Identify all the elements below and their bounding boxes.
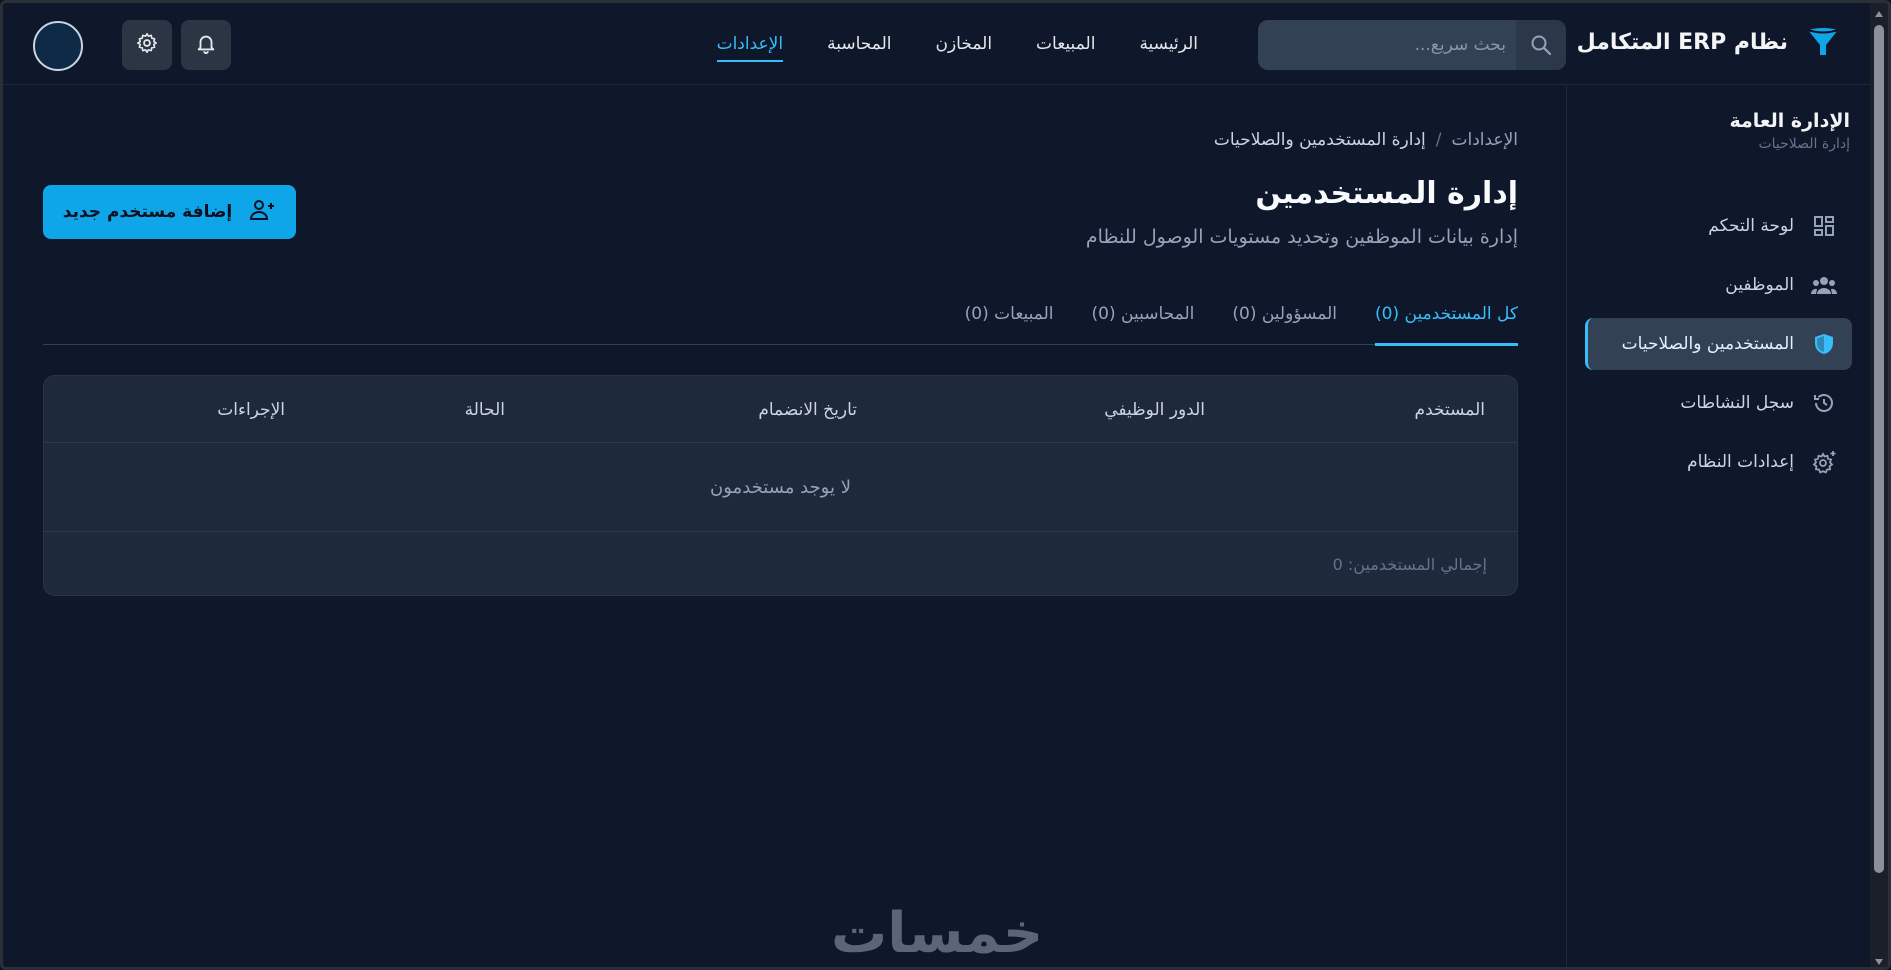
sidebar-item-label: إعدادات النظام xyxy=(1687,452,1794,472)
brand-title: نظام ERP المتكامل xyxy=(1576,29,1788,55)
column-join-date: تاريخ الانضمام xyxy=(758,400,857,420)
dashboard-icon xyxy=(1810,212,1838,240)
gear-icon xyxy=(136,32,158,58)
window-scrollbar[interactable] xyxy=(1870,3,1888,967)
add-user-button[interactable]: إضافة مستخدم جديد xyxy=(43,185,296,239)
brand[interactable]: نظام ERP المتكامل xyxy=(1577,25,1840,59)
tab-sales[interactable]: المبيعات (0) xyxy=(965,296,1054,345)
column-user: المستخدم xyxy=(1414,400,1485,420)
scroll-down-arrow-icon[interactable] xyxy=(1875,959,1883,965)
empty-state: لا يوجد مستخدمون xyxy=(44,443,1517,532)
breadcrumb: الإعدادات / إدارة المستخدمين والصلاحيات xyxy=(1214,130,1518,150)
user-tabs: كل المستخدمين (0) المسؤولين (0) المحاسبي… xyxy=(43,296,1518,346)
sidebar-item-system-settings[interactable]: إعدادات النظام xyxy=(1585,436,1852,488)
breadcrumb-separator: / xyxy=(1435,130,1442,150)
users-group-icon xyxy=(1810,271,1838,299)
app-window: نظام ERP المتكامل الرئيسية المبيعات المخ… xyxy=(0,0,1891,970)
nav-settings[interactable]: الإعدادات xyxy=(716,26,783,62)
nav-sales[interactable]: المبيعات xyxy=(1036,26,1095,62)
table-footer-total: إجمالي المستخدمين: 0 xyxy=(1332,555,1487,574)
sidebar-item-dashboard[interactable]: لوحة التحكم xyxy=(1585,200,1852,252)
users-table: المستخدم الدور الوظيفي تاريخ الانضمام ال… xyxy=(43,375,1518,596)
column-role: الدور الوظيفي xyxy=(1104,400,1205,420)
history-icon xyxy=(1810,389,1838,417)
search-bar[interactable] xyxy=(1258,20,1566,70)
column-status: الحالة xyxy=(464,400,505,420)
user-plus-icon xyxy=(248,198,276,227)
gear-icon xyxy=(1810,448,1838,476)
search-icon[interactable] xyxy=(1516,20,1566,70)
sidebar-item-label: الموظفين xyxy=(1725,275,1794,295)
tab-all-users[interactable]: كل المستخدمين (0) xyxy=(1375,296,1518,346)
top-header: نظام ERP المتكامل الرئيسية المبيعات المخ… xyxy=(3,3,1870,85)
sidebar: الإدارة العامة إدارة الصلاحيات لوحة التح… xyxy=(1566,86,1870,967)
page-title: إدارة المستخدمين xyxy=(1255,176,1518,211)
bell-icon xyxy=(195,32,217,58)
sidebar-title: الإدارة العامة xyxy=(1729,110,1851,132)
add-user-label: إضافة مستخدم جديد xyxy=(62,202,233,222)
search-input[interactable] xyxy=(1258,20,1516,70)
page-subtitle: إدارة بيانات الموظفين وتحديد مستويات الو… xyxy=(1085,226,1518,248)
tab-admins[interactable]: المسؤولين (0) xyxy=(1232,296,1337,345)
sidebar-item-activity-log[interactable]: سجل النشاطات xyxy=(1585,377,1852,429)
scroll-up-arrow-icon[interactable] xyxy=(1875,11,1883,17)
nav-inventory[interactable]: المخازن xyxy=(935,26,992,62)
breadcrumb-parent[interactable]: الإعدادات xyxy=(1451,130,1518,150)
sidebar-item-employees[interactable]: الموظفين xyxy=(1585,259,1852,311)
notifications-button[interactable] xyxy=(181,20,231,70)
column-actions: الإجراءات xyxy=(217,400,285,420)
sidebar-item-label: لوحة التحكم xyxy=(1708,216,1794,236)
sidebar-item-label: المستخدمين والصلاحيات xyxy=(1621,334,1794,354)
table-header: المستخدم الدور الوظيفي تاريخ الانضمام ال… xyxy=(44,376,1517,443)
scroll-thumb[interactable] xyxy=(1874,25,1884,873)
sidebar-item-users-permissions[interactable]: المستخدمين والصلاحيات xyxy=(1585,318,1852,370)
sidebar-subtitle: إدارة الصلاحيات xyxy=(1758,136,1850,152)
funnel-logo-icon xyxy=(1806,25,1840,59)
main-nav: الرئيسية المبيعات المخازن المحاسبة الإعد… xyxy=(716,3,1198,85)
nav-accounting[interactable]: المحاسبة xyxy=(827,26,891,62)
settings-button[interactable] xyxy=(122,20,172,70)
nav-home[interactable]: الرئيسية xyxy=(1139,26,1198,62)
tab-accountants[interactable]: المحاسبين (0) xyxy=(1092,296,1195,345)
breadcrumb-current: إدارة المستخدمين والصلاحيات xyxy=(1213,130,1426,150)
shield-icon xyxy=(1810,330,1838,358)
user-avatar[interactable] xyxy=(33,21,83,71)
watermark-logo: خمسات xyxy=(831,901,1045,966)
sidebar-item-label: سجل النشاطات xyxy=(1680,393,1794,413)
